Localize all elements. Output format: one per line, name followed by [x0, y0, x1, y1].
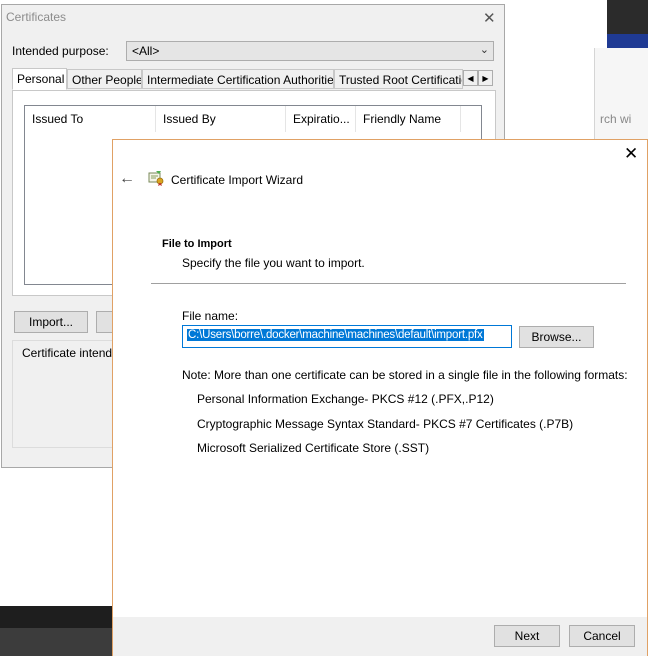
column-issued-by[interactable]: Issued By [156, 106, 286, 132]
format-item: Microsoft Serialized Certificate Store (… [197, 441, 430, 455]
certificates-title: Certificates [6, 10, 67, 24]
close-icon[interactable]: ✕ [624, 144, 638, 164]
file-name-value: C:\Users\borre\.docker\machine\machines\… [187, 329, 484, 341]
cancel-button[interactable]: Cancel [569, 625, 635, 647]
file-name-label: File name: [182, 309, 239, 323]
chevron-down-icon: ⌄ [479, 44, 489, 56]
import-button[interactable]: Import... [14, 311, 88, 333]
tab-scroll-left-icon[interactable]: ◀ [463, 70, 478, 86]
tab-scroll-right-icon[interactable]: ▶ [478, 70, 493, 86]
header-divider [151, 283, 626, 284]
tab-personal[interactable]: Personal [12, 68, 67, 90]
certificate-icon [148, 171, 164, 186]
intended-purpose-value: <All> [132, 44, 160, 58]
column-friendly-name[interactable]: Friendly Name [356, 106, 461, 132]
section-subtitle: Specify the file you want to import. [182, 256, 365, 270]
tab-intermediate-ca[interactable]: Intermediate Certification Authorities [142, 69, 334, 89]
background-search-box[interactable]: rch wi [600, 112, 648, 132]
column-expiration[interactable]: Expiratio... [286, 106, 356, 132]
close-icon[interactable]: ✕ [483, 9, 496, 27]
intended-purpose-select[interactable]: <All> ⌄ [126, 41, 494, 61]
column-issued-to[interactable]: Issued To [25, 106, 156, 132]
format-item: Personal Information Exchange- PKCS #12 … [197, 392, 494, 406]
background-window-accent [607, 34, 648, 48]
intended-purposes-label: Certificate intended [22, 346, 126, 360]
wizard-title: Certificate Import Wizard [171, 173, 304, 187]
intended-purpose-label: Intended purpose: [12, 44, 109, 58]
tab-other-people[interactable]: Other People [67, 69, 142, 89]
format-item: Cryptographic Message Syntax Standard- P… [197, 417, 574, 431]
wizard-footer [113, 617, 647, 656]
formats-note: Note: More than one certificate can be s… [182, 368, 628, 382]
back-arrow-icon[interactable]: ← [119, 170, 135, 188]
background-window-titlebar [607, 0, 648, 34]
browse-button[interactable]: Browse... [519, 326, 594, 348]
file-name-input[interactable]: C:\Users\borre\.docker\machine\machines\… [182, 325, 512, 348]
next-button[interactable]: Next [494, 625, 560, 647]
tab-trusted-root[interactable]: Trusted Root Certification [334, 69, 463, 89]
section-title: File to Import [162, 238, 232, 250]
